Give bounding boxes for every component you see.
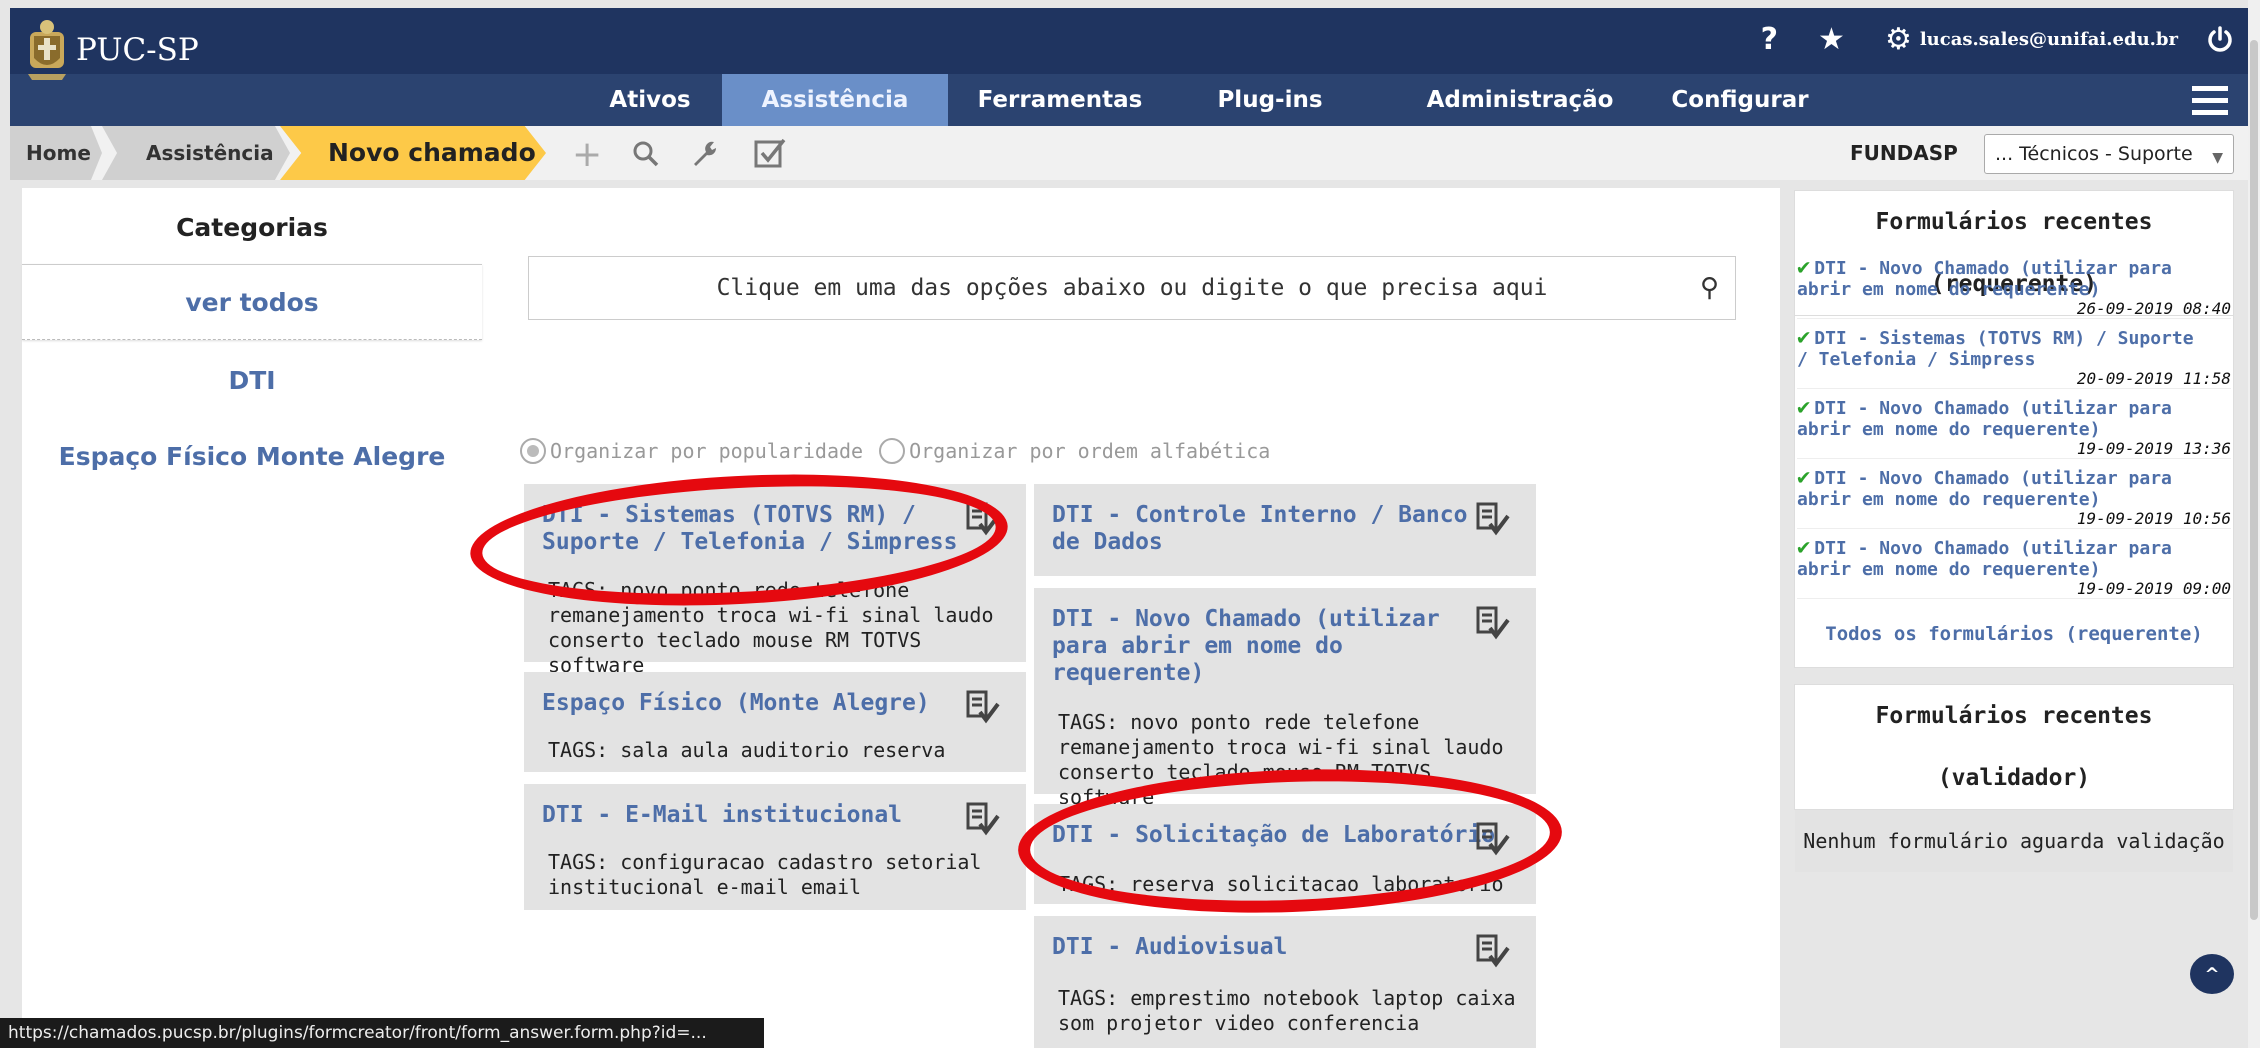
category-ver-todos-label: ver todos [185,288,319,317]
categories-title: Categorias [176,213,328,242]
menu-plugins[interactable]: Plug-ins [1190,74,1350,126]
form-tags: TAGS: configuracao cadastro setorial inst… [548,850,982,899]
profile-select[interactable]: ... Técnicos - Suporte ▼ [1984,134,2234,174]
wrench-icon[interactable] [690,138,720,168]
form-icon [1476,934,1510,968]
sort-popularity-radio[interactable] [520,438,546,464]
search-icon[interactable] [632,140,660,168]
form-title: DTI - Controle Interno / Banco de Dados [1052,502,1468,555]
search-placeholder: Clique em uma das opções abaixo ou digit… [716,275,1548,301]
menu-ferramentas[interactable]: Ferramentas [960,74,1160,126]
check-icon: ✔ [1797,395,1811,420]
main-panel: Categorias ver todos DTI Espaço Físico M… [22,188,1780,1048]
form-title: DTI - Novo Chamado (utilizar para abrir e… [1052,606,1440,686]
category-espaco-fisico[interactable]: Espaço Físico Monte Alegre [22,442,482,471]
recent-validator-title: Formulários recentes (validador) [1795,685,2233,810]
form-icon [1476,502,1510,536]
logo-text: PUC-SP [76,32,199,68]
all-forms-link[interactable]: Todos os formulários (requerente) [1795,619,2233,649]
recent-requester-panel: Formulários recentes (requerente) ✔ DTI -… [1794,190,2234,668]
recent-form-date: 19-09-2019 10:56 [2076,509,2231,528]
form-icon [1476,606,1510,640]
form-icon [966,802,1000,836]
menu-assistencia[interactable]: Assistência [722,74,948,126]
check-icon: ✔ [1797,465,1811,490]
category-ver-todos[interactable]: ver todos [22,264,482,340]
top-actions: ? ★ ⚙ lucas.sales@unifai.edu.br [1741,22,2248,57]
main-menu: Ativos Assistência Ferramentas Plug-ins … [10,74,2248,126]
check-icon: ✔ [1797,255,1811,280]
form-icon [966,690,1000,724]
recent-form-item[interactable]: ✔ DTI - Novo Chamado (utilizar para abrir … [1797,257,2231,319]
search-icon[interactable]: ⚲ [1700,257,1719,319]
user-email[interactable]: lucas.sales@unifai.edu.br [1920,29,2178,50]
check-icon: ✔ [1797,325,1811,350]
plus-icon[interactable]: + [572,134,602,175]
gear-icon[interactable]: ⚙ [1885,22,1912,57]
form-tags: TAGS: emprestimo notebook laptop caixa so… [1058,986,1516,1035]
scrollbar[interactable] [2248,0,2260,1048]
scroll-top-button[interactable]: ^ [2190,954,2234,994]
form-card[interactable]: Espaço Físico (Monte Alegre) TAGS: sala … [524,672,1026,772]
recent-form-item[interactable]: ✔ DTI - Sistemas (TOTVS RM) / Suporte / Te… [1797,327,2231,389]
sort-popularity-label[interactable]: Organizar por popularidade [550,439,863,463]
checkbox-icon[interactable] [754,138,786,170]
chevron-down-icon: ▼ [2212,150,2223,166]
sort-alpha-radio[interactable] [879,438,906,464]
breadcrumb-home[interactable]: Home [10,126,102,180]
recent-form-date: 19-09-2019 13:36 [2076,439,2231,458]
menu-ativos[interactable]: Ativos [570,74,730,126]
menu-configurar[interactable]: Configurar [1660,74,1820,126]
category-dti[interactable]: DTI [22,366,482,395]
logo[interactable]: PUC-SP [24,18,199,82]
recent-form-item[interactable]: ✔ DTI - Novo Chamado (utilizar para abrir … [1797,537,2231,599]
entity-label: FUNDASP [1850,141,1958,165]
search-input[interactable]: Clique em uma das opções abaixo ou digit… [528,256,1736,320]
sort-alpha-label[interactable]: Organizar por ordem alfabética [909,439,1270,463]
top-bar: PUC-SP ? ★ ⚙ lucas.sales@unifai.edu.br [10,8,2248,80]
crest-icon [28,20,66,80]
check-icon: ✔ [1797,535,1811,560]
help-icon[interactable]: ? [1761,22,1778,57]
sort-options: Organizar por popularidade Organizar por… [520,438,1270,464]
form-card[interactable]: DTI - Controle Interno / Banco de Dados [1034,484,1536,576]
recent-form-item[interactable]: ✔ DTI - Novo Chamado (utilizar para abrir … [1797,467,2231,529]
form-card[interactable]: DTI - Audiovisual TAGS: emprestimo noteb… [1034,916,1536,1048]
form-title: Espaço Físico (Monte Alegre) [542,690,930,716]
recent-validator-empty: Nenhum formulário aguarda validação [1795,810,2233,872]
form-title: DTI - E-Mail institucional [542,802,903,828]
header: PUC-SP ? ★ ⚙ lucas.sales@unifai.edu.br A… [10,8,2248,126]
recent-validator-panel: Formulários recentes (validador) Nenhum … [1794,684,2234,872]
recent-form-item[interactable]: ✔ DTI - Novo Chamado (utilizar para abrir … [1797,397,2231,459]
form-title: DTI - Audiovisual [1052,934,1288,960]
breadcrumb: Home Assistência Novo chamado + FUNDASP … [10,126,2248,180]
menu-administracao[interactable]: Administração [1410,74,1630,126]
scrollbar-thumb[interactable] [2250,40,2258,920]
status-bar-url: https://chamados.pucsp.br/plugins/formcr… [0,1018,764,1048]
power-icon[interactable] [2206,25,2234,54]
breadcrumb-assistencia[interactable]: Assistência [102,126,290,180]
recent-form-date: 20-09-2019 11:58 [2076,369,2231,388]
hamburger-icon[interactable] [2192,86,2228,116]
form-tags: TAGS: sala aula auditorio reserva [548,738,946,762]
star-icon[interactable]: ★ [1818,22,1845,57]
breadcrumb-current[interactable]: Novo chamado [280,126,546,180]
recent-form-date: 19-09-2019 09:00 [2076,579,2231,598]
profile-select-value: ... Técnicos - Suporte [1995,143,2193,165]
form-card[interactable]: DTI - Novo Chamado (utilizar para abrir e… [1034,588,1536,809]
form-card[interactable]: DTI - E-Mail institucional TAGS: configu… [524,784,1026,910]
recent-form-date: 26-09-2019 08:40 [2076,299,2231,318]
